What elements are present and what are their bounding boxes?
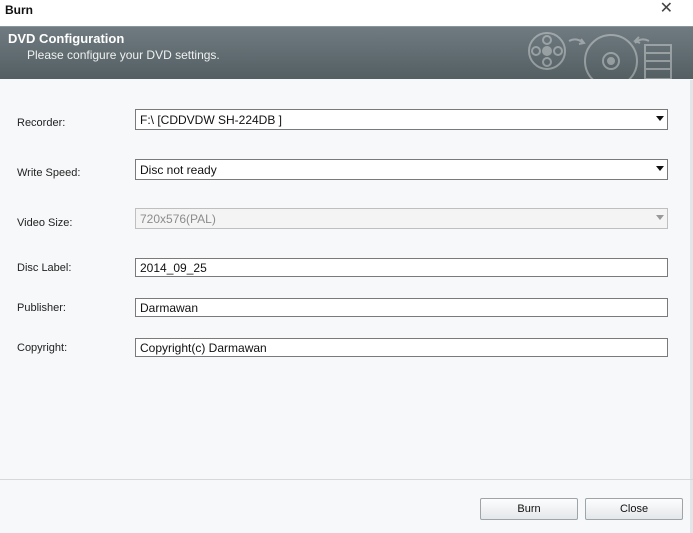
- header-subtitle: Please configure your DVD settings.: [27, 48, 220, 62]
- video-size-value: 720x576(PAL): [140, 212, 216, 226]
- disc-label-input[interactable]: 2014_09_25: [135, 258, 668, 277]
- copyright-label: Copyright:: [17, 342, 68, 354]
- copyright-input[interactable]: Copyright(c) Darmawan: [135, 338, 668, 357]
- recorder-label: Recorder:: [17, 117, 66, 129]
- recorder-select[interactable]: F:\ [CDDVDW SH-224DB ]: [135, 109, 668, 130]
- film-disc-icon: [528, 32, 672, 79]
- publisher-label: Publisher:: [17, 302, 66, 314]
- disc-label-label: Disc Label:: [17, 262, 72, 274]
- write-speed-value: Disc not ready: [140, 163, 217, 177]
- close-button[interactable]: Close: [585, 498, 683, 520]
- video-size-label: Video Size:: [17, 217, 73, 229]
- publisher-input[interactable]: Darmawan: [135, 298, 668, 317]
- footer-divider: [0, 479, 693, 480]
- dialog-header: DVD Configuration Please configure your …: [0, 26, 693, 80]
- chevron-down-icon: [656, 116, 664, 121]
- recorder-value: F:\ [CDDVDW SH-224DB ]: [140, 113, 283, 127]
- video-size-select: 720x576(PAL): [135, 208, 668, 229]
- chevron-down-icon: [656, 166, 664, 171]
- write-speed-label: Write Speed:: [17, 167, 81, 179]
- chevron-down-icon: [656, 215, 664, 220]
- write-speed-select[interactable]: Disc not ready: [135, 159, 668, 180]
- window-title: Burn: [5, 3, 33, 17]
- title-bar: Burn ✕: [0, 0, 693, 26]
- dialog-body: [0, 79, 693, 479]
- close-icon[interactable]: ✕: [660, 0, 673, 17]
- header-title: DVD Configuration: [8, 31, 125, 46]
- burn-button[interactable]: Burn: [480, 498, 578, 520]
